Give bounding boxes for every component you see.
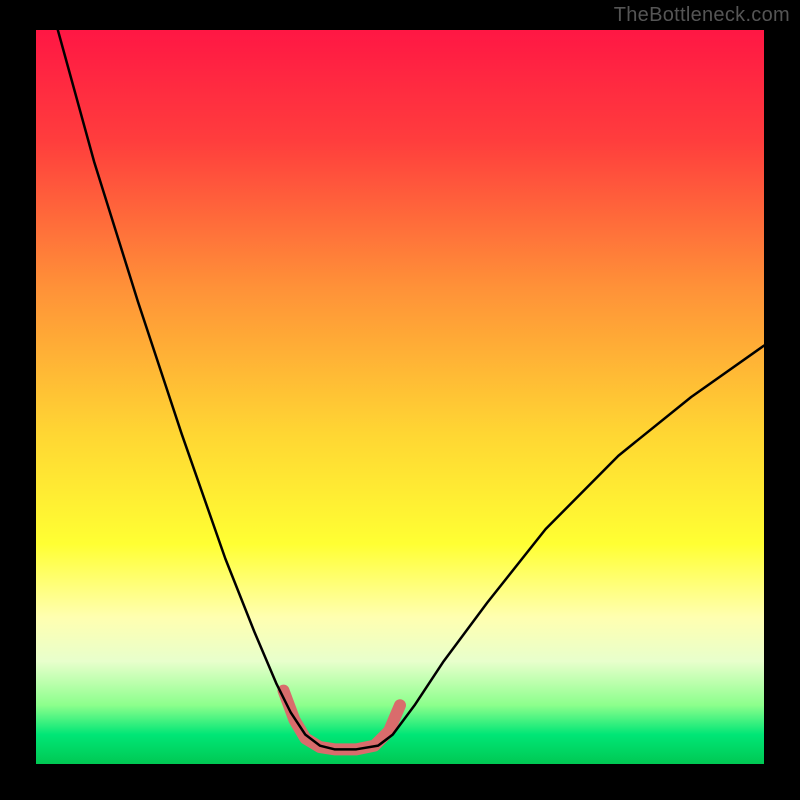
bottleneck-curve <box>58 30 764 749</box>
plot-area <box>36 30 764 764</box>
watermark-text: TheBottleneck.com <box>614 4 790 27</box>
highlight-segment <box>284 691 400 750</box>
chart-container: TheBottleneck.com <box>0 0 800 800</box>
curve-layer <box>36 30 764 764</box>
